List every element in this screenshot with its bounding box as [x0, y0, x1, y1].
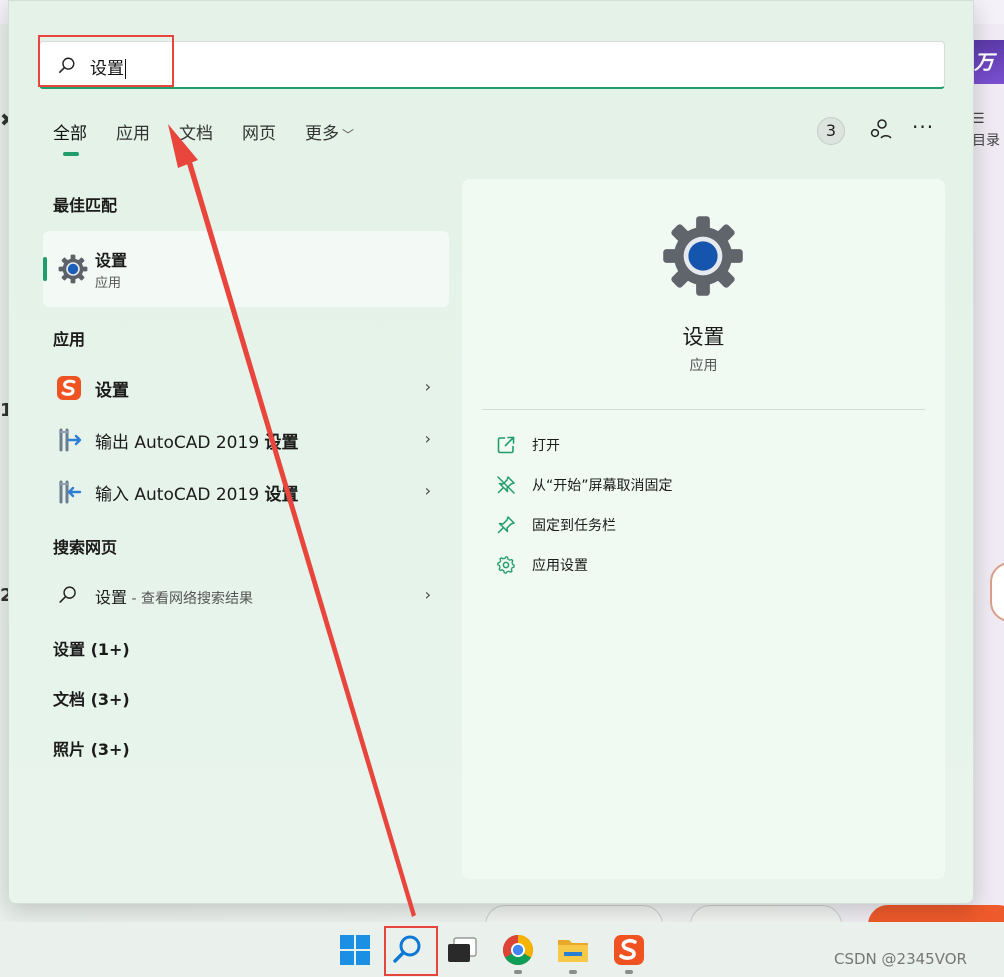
list-item[interactable]: 输入 AutoCAD 2019 设置 ›: [43, 469, 449, 513]
preview-app-name: 设置: [682, 325, 725, 349]
best-match-heading: 最佳匹配: [53, 196, 118, 215]
windows-start-icon[interactable]: [337, 932, 373, 968]
chevron-right-icon: ›: [424, 585, 431, 604]
tab-apps[interactable]: 应用: [116, 119, 150, 144]
settings-gear-icon: [663, 216, 743, 296]
filter-tabs: 全部 应用 文档 网页 更多 ﹀: [53, 119, 383, 156]
photos-group-heading[interactable]: 照片 (3+): [53, 736, 130, 760]
task-view-icon[interactable]: [444, 932, 480, 968]
list-item[interactable]: 设置 ›: [43, 365, 449, 409]
unpin-icon: [497, 476, 515, 494]
app-name: 输出 AutoCAD 2019 设置: [95, 433, 299, 453]
autocad-import-settings-icon: [59, 480, 82, 504]
annotation-highlight-taskbar-search: [384, 926, 438, 976]
running-indicator: [569, 970, 577, 974]
sogou-input-icon: [57, 376, 81, 400]
apps-heading: 应用: [53, 330, 86, 349]
chrome-icon[interactable]: [500, 932, 536, 968]
gear-icon: [497, 556, 515, 574]
open-icon: [497, 436, 515, 454]
tab-documents[interactable]: 文档: [179, 119, 213, 144]
watermark: CSDN @2345VOR: [834, 950, 967, 968]
tab-more[interactable]: 更多 ﹀: [305, 119, 354, 144]
list-item[interactable]: 输出 AutoCAD 2019 设置 ›: [43, 417, 449, 461]
chevron-right-icon: ›: [424, 429, 431, 448]
file-explorer-icon[interactable]: [555, 932, 591, 968]
background-circle: [990, 562, 1004, 622]
preview-app-type: 应用: [689, 358, 718, 374]
chevron-right-icon: ›: [424, 481, 431, 500]
selection-accent: [43, 257, 47, 281]
web-search-heading: 搜索网页: [53, 538, 118, 557]
web-search-label: 设置 - 查看网络搜索结果: [95, 588, 253, 607]
tab-web[interactable]: 网页: [242, 119, 276, 144]
rewards-count-badge[interactable]: 3: [817, 117, 845, 145]
running-indicator: [625, 970, 633, 974]
web-search-item[interactable]: 设置 - 查看网络搜索结果 ›: [43, 573, 449, 617]
chevron-right-icon: ›: [424, 377, 431, 396]
preview-pane: 设置 应用 打开 从“开始”屏幕取消固定 固定到任务栏 应用设置: [462, 179, 945, 879]
best-match-name: 设置: [95, 251, 128, 270]
best-match-item[interactable]: 设置 应用: [43, 231, 449, 307]
documents-group-heading[interactable]: 文档 (3+): [53, 686, 130, 710]
settings-group-heading[interactable]: 设置 (1+): [53, 636, 130, 660]
app-name: 设置: [95, 381, 129, 401]
search-panel: 设置 全部 应用 文档 网页 更多 ﹀ 3 ··· 最佳匹配 设置 应用 应用 …: [8, 0, 974, 904]
chevron-down-icon: ﹀: [342, 128, 355, 142]
search-input[interactable]: 设置: [39, 41, 945, 89]
autocad-export-settings-icon: [59, 428, 82, 452]
settings-gear-icon: [58, 254, 88, 284]
best-match-type: 应用: [95, 276, 122, 291]
pin-icon: [497, 516, 515, 534]
account-icon[interactable]: [868, 117, 892, 141]
tab-all[interactable]: 全部: [53, 119, 87, 156]
annotation-highlight-search: [38, 35, 174, 87]
app-name: 输入 AutoCAD 2019 设置: [95, 485, 299, 505]
more-options-icon[interactable]: ···: [912, 115, 934, 139]
background-list: ☰ 目录: [972, 111, 1000, 149]
sogou-input-icon[interactable]: [611, 932, 647, 968]
running-indicator: [514, 970, 522, 974]
divider: [482, 409, 925, 410]
search-icon: [59, 586, 76, 603]
